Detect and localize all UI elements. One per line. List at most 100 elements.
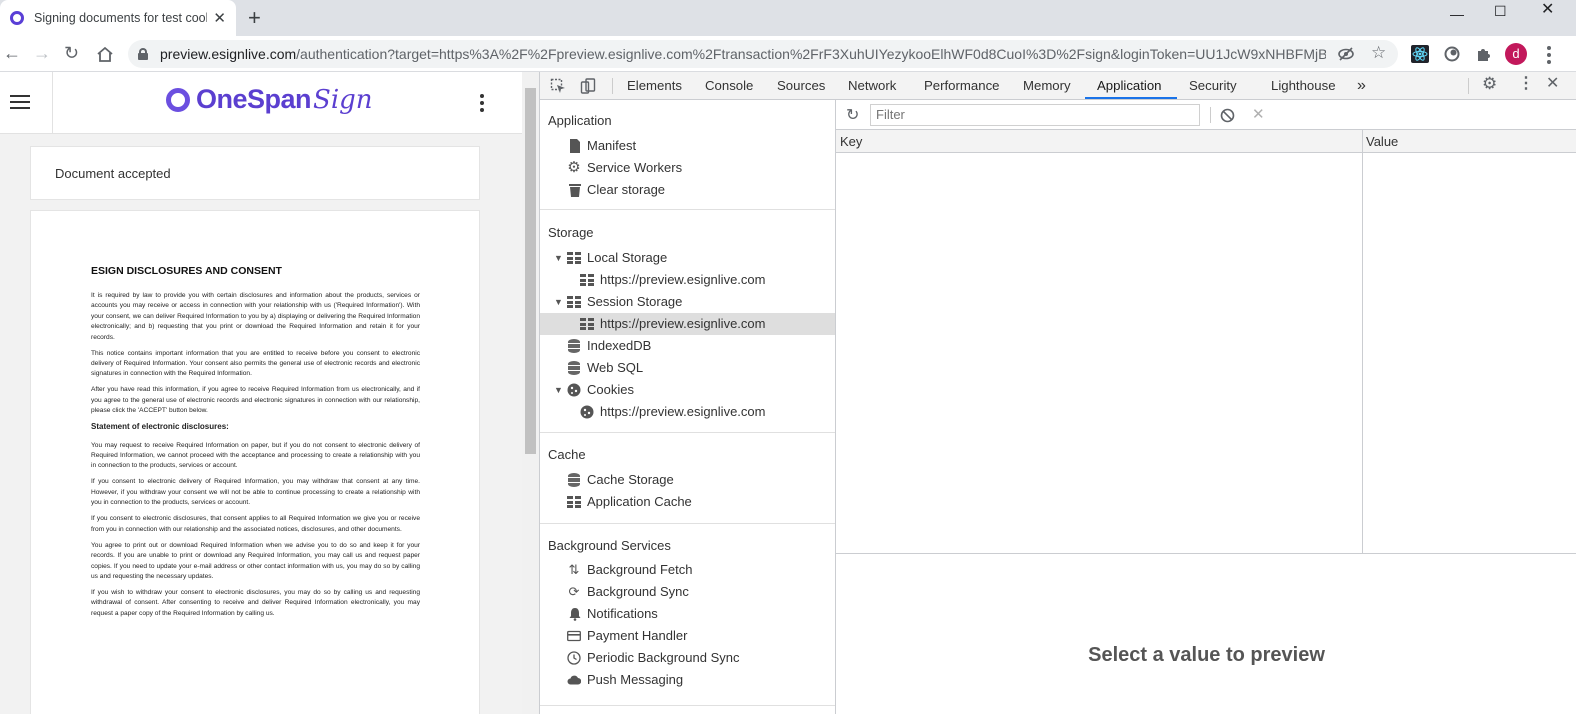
delete-selected-icon[interactable]: ✕ <box>1252 105 1265 123</box>
clear-all-icon[interactable] <box>1220 108 1235 123</box>
avatar[interactable]: d <box>1505 43 1527 65</box>
logo-ring-icon <box>166 87 190 112</box>
storage-table-header: Key Value <box>836 130 1576 153</box>
section-title-background-services: Background Services <box>548 538 671 553</box>
forward-icon[interactable]: → <box>33 43 51 63</box>
puzzle-icon[interactable] <box>1475 45 1493 63</box>
extension-circle-icon[interactable] <box>1443 45 1461 63</box>
sidebar-item-cache-storage[interactable]: Cache Storage <box>540 469 835 491</box>
preview-placeholder: Select a value to preview <box>1088 644 1325 666</box>
sidebar-item-web-sql[interactable]: Web SQL <box>540 357 835 379</box>
clock-icon <box>567 651 581 665</box>
tab-memory[interactable]: Memory <box>1023 72 1071 100</box>
column-divider[interactable] <box>1362 130 1363 554</box>
customize-menu-icon[interactable]: ⋮ <box>1518 76 1534 92</box>
tab-elements[interactable]: Elements <box>627 72 682 100</box>
minimize-icon[interactable]: — <box>1450 5 1464 23</box>
settings-gear-icon[interactable]: ⚙ <box>1482 75 1497 92</box>
eye-off-icon[interactable] <box>1338 46 1354 62</box>
tab-sources[interactable]: Sources <box>777 72 825 100</box>
toolbar-divider <box>612 78 613 94</box>
device-toolbar-icon[interactable] <box>580 78 596 94</box>
paragraph: If you consent to electronic disclosures… <box>91 515 420 533</box>
sidebar-item-session-storage-origin[interactable]: https://preview.esignlive.com <box>540 313 835 335</box>
sidebar-item-service-workers[interactable]: ⚙ Service Workers <box>540 157 835 179</box>
sidebar-item-payment-handler[interactable]: Payment Handler <box>540 625 835 647</box>
more-options-icon[interactable] <box>480 94 486 115</box>
hamburger-menu-icon[interactable] <box>10 95 30 109</box>
document-title: ESIGN DISCLOSURES AND CONSENT <box>91 265 282 277</box>
expand-arrow-icon[interactable]: ▼ <box>554 291 563 313</box>
refresh-icon[interactable]: ↻ <box>846 105 859 125</box>
close-tab-icon[interactable]: ✕ <box>213 9 226 27</box>
page-scrollbar[interactable] <box>522 72 539 714</box>
lock-icon[interactable] <box>138 48 148 60</box>
close-window-icon[interactable]: ✕ <box>1541 1 1554 19</box>
tab-performance[interactable]: Performance <box>924 72 1000 100</box>
sidebar-item-application-cache[interactable]: Application Cache <box>540 491 835 513</box>
url-text: preview.esignlive.com/authentication?tar… <box>160 46 1326 62</box>
table-preview-splitter[interactable] <box>836 553 1576 554</box>
reload-icon[interactable]: ↻ <box>64 43 79 63</box>
logo-text: OneSpan <box>196 84 312 114</box>
database-icon <box>568 339 580 353</box>
onespan-logo: OneSpan Sign <box>166 84 373 115</box>
tab-console[interactable]: Console <box>705 72 753 100</box>
sidebar-item-notifications[interactable]: Notifications <box>540 603 835 625</box>
sidebar-item-cookies[interactable]: ▼ Cookies <box>540 379 835 401</box>
sidebar-item-background-sync[interactable]: ⟳ Background Sync <box>540 581 835 603</box>
home-icon[interactable] <box>96 46 114 62</box>
section-divider <box>540 705 835 706</box>
sidebar-item-session-storage[interactable]: ▼ Session Storage <box>540 291 835 313</box>
back-icon[interactable]: ← <box>3 43 21 63</box>
section-title-cache: Cache <box>548 447 586 462</box>
tab-security[interactable]: Security <box>1189 72 1237 100</box>
paragraph: If you consent to electronic delivery of… <box>91 478 420 507</box>
react-devtools-icon[interactable] <box>1411 45 1429 63</box>
gear-icon: ⚙ <box>567 159 581 176</box>
sidebar-item-local-storage[interactable]: ▼ Local Storage <box>540 247 835 269</box>
address-bar[interactable]: preview.esignlive.com/authentication?tar… <box>128 40 1398 68</box>
bell-icon <box>569 608 581 621</box>
maximize-icon[interactable]: ☐ <box>1494 2 1507 20</box>
browser-tab[interactable]: Signing documents for test cookies ✕ <box>0 0 236 36</box>
tab-application[interactable]: Application <box>1097 72 1162 100</box>
column-header-key[interactable]: Key <box>840 134 862 149</box>
close-devtools-icon[interactable]: ✕ <box>1546 76 1559 92</box>
header-divider <box>52 72 53 134</box>
more-tabs-button[interactable]: » <box>1357 72 1366 100</box>
inspect-element-icon[interactable] <box>550 78 566 94</box>
table-grid-icon <box>580 274 594 286</box>
toolbar-divider <box>1468 78 1469 94</box>
sidebar-item-local-storage-origin[interactable]: https://preview.esignlive.com <box>540 269 835 291</box>
cloud-icon <box>567 675 581 685</box>
star-icon[interactable]: ☆ <box>1371 43 1386 63</box>
tab-network[interactable]: Network <box>848 72 896 100</box>
expand-arrow-icon[interactable]: ▼ <box>554 379 563 401</box>
table-grid-icon <box>567 296 581 308</box>
sidebar-item-background-fetch[interactable]: ⇅ Background Fetch <box>540 559 835 581</box>
sidebar-item-periodic-background-sync[interactable]: Periodic Background Sync <box>540 647 835 669</box>
tab-lighthouse[interactable]: Lighthouse <box>1271 72 1336 100</box>
active-tab-indicator <box>1085 97 1177 99</box>
cookie-icon <box>567 383 581 397</box>
devtools-panel: Elements Console Sources Network Perform… <box>539 72 1576 714</box>
sidebar-item-cookies-origin[interactable]: https://preview.esignlive.com <box>540 401 835 423</box>
sidebar-item-indexeddb[interactable]: IndexedDB <box>540 335 835 357</box>
filter-input[interactable]: Filter <box>870 104 1200 126</box>
new-tab-button[interactable]: + <box>248 6 261 30</box>
menu-icon[interactable] <box>1547 46 1551 64</box>
paragraph: This notice contains important informati… <box>91 349 420 378</box>
scrollbar-thumb[interactable] <box>525 88 536 454</box>
sidebar-item-manifest[interactable]: Manifest <box>540 135 835 157</box>
document-icon <box>570 139 580 153</box>
database-icon <box>568 361 580 375</box>
sidebar-item-push-messaging[interactable]: Push Messaging <box>540 669 835 691</box>
application-sidebar: Application Manifest ⚙ Service Workers C… <box>540 100 836 714</box>
trash-icon <box>569 184 581 197</box>
expand-arrow-icon[interactable]: ▼ <box>554 247 563 269</box>
column-header-value[interactable]: Value <box>1366 134 1398 149</box>
sidebar-item-clear-storage[interactable]: Clear storage <box>540 179 835 201</box>
document-subheading: Statement of electronic disclosures: <box>91 422 229 432</box>
status-card: Document accepted <box>30 146 480 200</box>
